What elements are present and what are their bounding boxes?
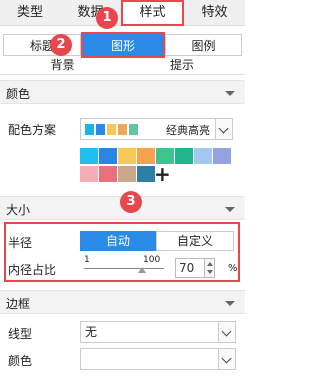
slider-max-label: 100: [143, 255, 161, 265]
palette-swatch: [107, 124, 116, 135]
inner-ratio-label: 内径占比: [8, 263, 57, 277]
tab-legend[interactable]: 图例: [165, 34, 242, 56]
tab-tooltip[interactable]: 提示: [122, 57, 242, 75]
radius-custom-button[interactable]: 自定义: [156, 231, 234, 251]
color-cell[interactable]: [137, 148, 155, 164]
color-scheme-label: 配色方案: [8, 123, 57, 137]
color-scheme-name: 经典高亮: [166, 124, 210, 137]
tab-graphic[interactable]: 图形: [81, 32, 165, 58]
radius-auto-button[interactable]: 自动: [80, 231, 156, 251]
section-size-title: 大小: [6, 203, 31, 217]
color-cell[interactable]: [194, 148, 212, 164]
section-color[interactable]: 颜色: [0, 80, 245, 104]
inner-ratio-input[interactable]: 70: [175, 258, 205, 278]
color-cell[interactable]: [99, 148, 117, 164]
step-badge-2: 2: [50, 34, 72, 56]
slider-thumb-icon[interactable]: [138, 267, 146, 273]
border-color-select[interactable]: [80, 348, 236, 370]
section-border[interactable]: 边框: [0, 290, 245, 314]
main-tabs: 类型 数据 样式 特效: [0, 0, 245, 26]
add-color-icon[interactable]: +: [154, 164, 171, 184]
color-cell[interactable]: [118, 148, 136, 164]
section-color-title: 颜色: [6, 87, 31, 101]
line-type-value: 无: [85, 325, 98, 339]
collapse-caret-icon: [225, 301, 235, 306]
chevron-down-icon[interactable]: [215, 119, 232, 139]
tab-effects[interactable]: 特效: [184, 0, 245, 26]
slider-min-label: 1: [84, 255, 90, 265]
tab-type[interactable]: 类型: [0, 0, 60, 26]
palette-swatch: [129, 124, 138, 135]
chevron-down-icon[interactable]: [218, 349, 235, 369]
section-border-title: 边框: [6, 297, 31, 311]
border-color-label: 颜色: [8, 354, 33, 368]
step-badge-1: 1: [96, 7, 118, 29]
color-cell[interactable]: [118, 166, 136, 182]
palette-swatch: [96, 124, 105, 135]
step-badge-3: 3: [120, 191, 142, 213]
style-subtabs-row2: 背景 提示: [0, 57, 245, 75]
percent-unit: %: [228, 263, 238, 274]
line-type-select[interactable]: 无: [80, 321, 236, 343]
radius-label: 半径: [8, 236, 33, 250]
collapse-caret-icon: [225, 91, 235, 96]
color-cell[interactable]: [80, 166, 98, 182]
collapse-caret-icon: [225, 207, 235, 212]
color-cell[interactable]: [213, 148, 231, 164]
palette-swatch: [118, 124, 127, 135]
color-scheme-select[interactable]: 经典高亮: [80, 118, 233, 140]
color-cell[interactable]: [80, 148, 98, 164]
color-cell[interactable]: [99, 166, 117, 182]
tab-background[interactable]: 背景: [3, 57, 122, 75]
line-type-label: 线型: [8, 327, 33, 341]
tab-style[interactable]: 样式: [121, 0, 184, 26]
style-subtabs: 标题 图形 图例: [0, 32, 245, 58]
color-cell[interactable]: [137, 166, 155, 182]
inner-ratio-slider[interactable]: [84, 268, 164, 269]
chevron-down-icon[interactable]: [218, 322, 235, 342]
color-cell[interactable]: [175, 148, 193, 164]
palette-swatch: [85, 124, 94, 135]
inner-ratio-stepper[interactable]: [205, 258, 215, 278]
